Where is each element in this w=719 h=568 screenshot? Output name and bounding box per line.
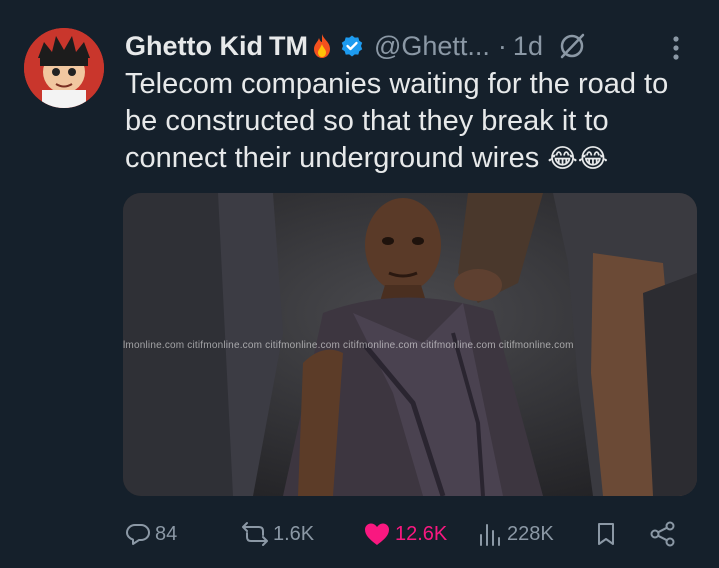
- share-button[interactable]: [649, 521, 681, 547]
- reply-icon: [126, 524, 150, 545]
- like-icon: [365, 523, 389, 545]
- fire-icon: [310, 33, 334, 59]
- reply-button[interactable]: 84: [125, 521, 177, 547]
- grok-icon[interactable]: [557, 31, 587, 61]
- separator: ·: [497, 30, 507, 61]
- author-avatar[interactable]: [24, 28, 104, 108]
- timestamp[interactable]: 1d: [513, 31, 543, 62]
- more-icon[interactable]: [671, 34, 681, 69]
- views-icon: [480, 524, 500, 546]
- tweet-text: Telecom companies waiting for the road t…: [125, 66, 705, 177]
- repost-count: 1.6K: [273, 522, 315, 545]
- like-count: 12.6K: [395, 522, 448, 545]
- author-name[interactable]: Ghetto Kid: [125, 31, 263, 62]
- repost-icon: [242, 522, 268, 546]
- photo-watermark: lmonline.com citifmonline.com citifmonli…: [123, 340, 574, 351]
- like-button[interactable]: 12.6K: [363, 521, 447, 547]
- tweet-header: Ghetto Kid TM @Ghett... · 1d: [125, 26, 701, 66]
- views-count: 228K: [507, 522, 554, 545]
- laughing-emoji: 😂😂: [547, 143, 609, 173]
- bookmark-icon: [598, 523, 614, 545]
- action-bar: 84 1.6K 12.6K 228K: [125, 516, 701, 552]
- repost-button[interactable]: 1.6K: [241, 521, 314, 547]
- reply-count: 84: [155, 522, 178, 545]
- author-handle[interactable]: @Ghett...: [374, 31, 490, 62]
- tweet-photo[interactable]: lmonline.com citifmonline.com citifmonli…: [123, 193, 697, 496]
- views-button[interactable]: 228K: [477, 521, 554, 547]
- trademark: TM: [268, 30, 308, 61]
- verified-badge-icon: [340, 34, 364, 58]
- share-icon: [650, 521, 675, 547]
- bookmark-button[interactable]: [595, 521, 621, 547]
